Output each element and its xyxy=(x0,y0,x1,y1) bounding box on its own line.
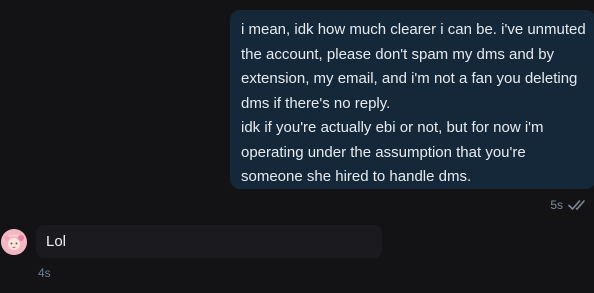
message-line: extension, my email, and i'm not a fan y… xyxy=(241,70,578,87)
incoming-message-time: 4s xyxy=(38,266,51,280)
outgoing-message-bubble[interactable]: i mean, idk how much clearer i can be. i… xyxy=(230,10,594,189)
double-check-icon xyxy=(568,199,590,211)
user-avatar[interactable] xyxy=(1,229,27,255)
message-line: idk if you're actually ebi or not, but f… xyxy=(241,119,544,136)
message-line: the account, please don't spam my dms an… xyxy=(241,45,555,63)
message-line: operating under the assumption that you'… xyxy=(241,143,526,161)
outgoing-message-time: 5s xyxy=(550,198,563,212)
incoming-message-bubble[interactable]: Lol xyxy=(36,225,382,258)
message-thread: i mean, idk how much clearer i can be. i… xyxy=(0,0,594,293)
message-line: dms if there's no reply. xyxy=(241,94,391,112)
incoming-message-text: Lol xyxy=(46,233,67,250)
message-line: someone she hired to handle dms. xyxy=(241,168,472,185)
outgoing-message-meta: 5s xyxy=(550,197,590,213)
message-line: i mean, idk how much clearer i can be. i… xyxy=(241,21,586,38)
